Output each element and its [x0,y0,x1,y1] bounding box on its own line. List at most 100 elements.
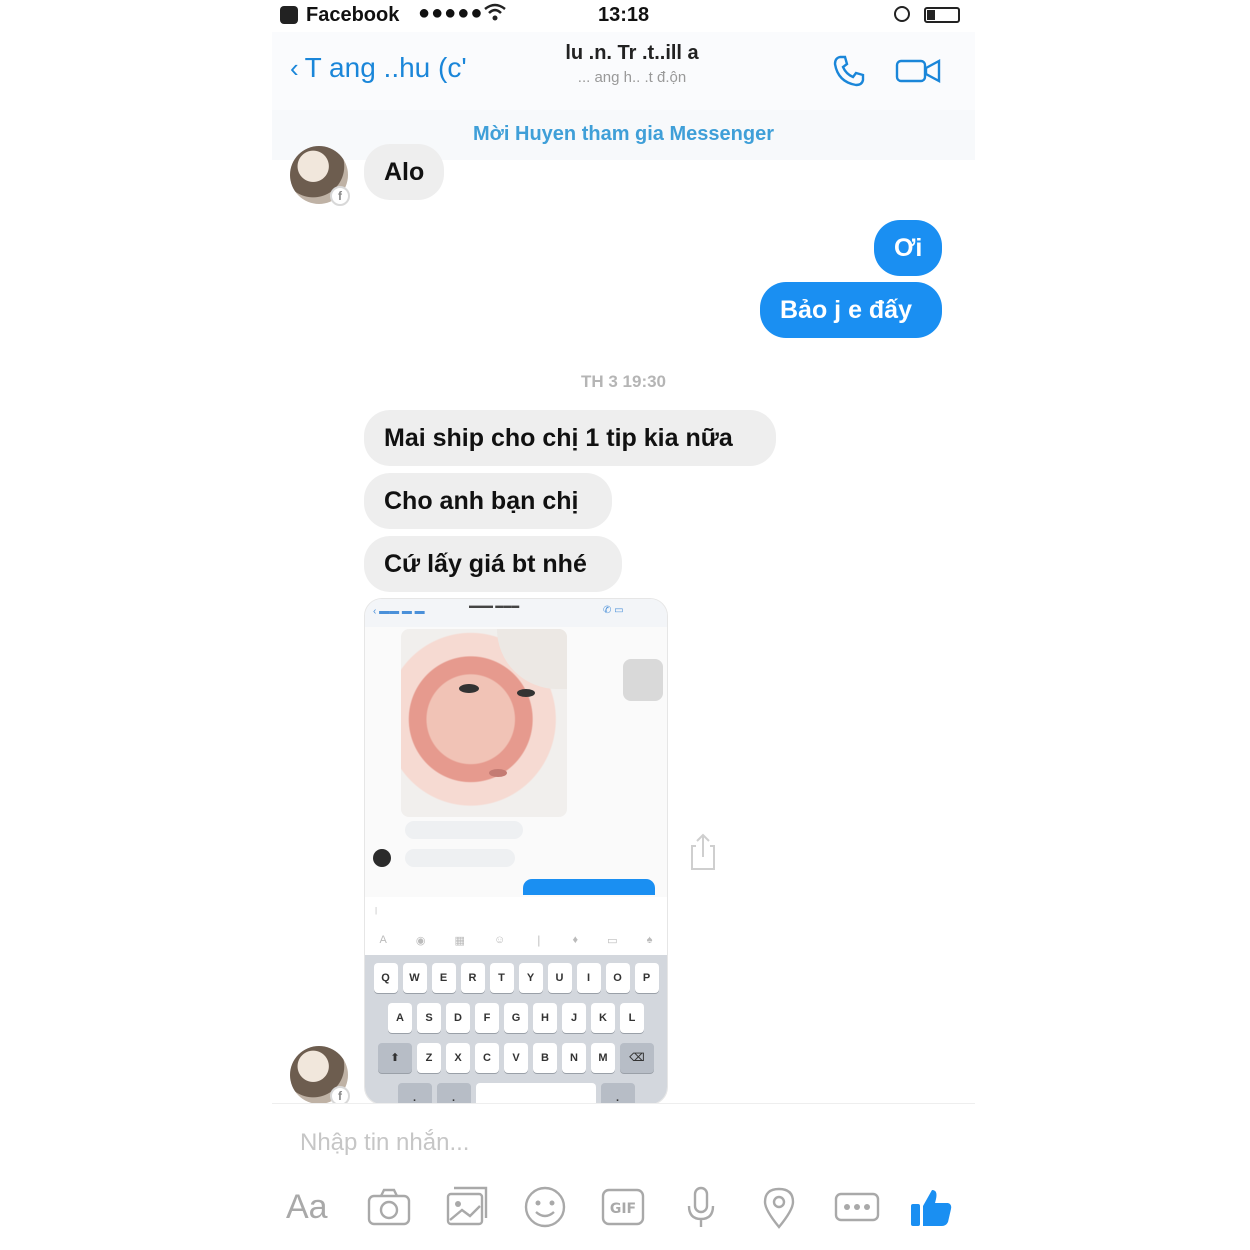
aa-text-button[interactable]: Aa [286,1184,332,1230]
key: E [431,963,456,993]
key: Z [417,1043,441,1073]
camera-icon[interactable] [366,1184,412,1230]
mini-pin-icon: ♦ [572,934,579,946]
photo-hat [497,629,567,689]
screenshot-caption [405,849,515,867]
composer-toolbar: Aa GIF [286,1184,966,1234]
battery-icon [924,7,960,23]
gif-icon[interactable]: GIF [600,1184,646,1230]
key: U [547,963,572,993]
facebook-badge-icon: f [330,186,350,206]
chevron-left-icon: ‹ [290,52,299,83]
key: I [576,963,601,993]
facebook-app-icon [280,6,298,24]
wifi-icon [484,3,506,26]
message-outgoing[interactable]: Bảo j e đấy [760,282,942,338]
screenshot-header: ‹ ▬▬ ▬ ▬ ▬▬▬ ▬▬▬ ✆ ▭ [365,599,667,627]
key: Q [373,963,398,993]
video-camera-icon[interactable] [894,56,944,86]
mini-gallery-icon: ▦ [454,934,465,947]
key: . [397,1083,432,1104]
message-incoming[interactable]: Mai ship cho chị 1 tip kia nữa [364,410,776,466]
thumbs-up-icon[interactable] [908,1184,954,1230]
location-pin-icon[interactable] [756,1184,802,1230]
mini-more-icon: ▭ [607,934,618,947]
mini-emoji-icon: ☺ [493,934,506,946]
timestamp: TH 3 19:30 [580,372,667,391]
key: T [489,963,514,993]
photo-eye [459,684,479,693]
shared-screenshot-image[interactable]: ‹ ▬▬ ▬ ▬ ▬▬▬ ▬▬▬ ✆ ▭ | A ◉ ▦ ☺ ❘ ♦ ▭ ♠ Q… [364,598,668,1105]
keyboard-row: ⬆ Z X C V B N M ⌫ [365,1043,667,1073]
more-icon[interactable] [834,1184,880,1230]
key: X [446,1043,470,1073]
mini-aa-icon: A [379,934,387,946]
avatar[interactable]: f [290,146,350,206]
screenshot-input: | [365,897,667,925]
key: B [533,1043,557,1073]
rotation-lock-icon [894,6,910,22]
key: K [591,1003,615,1033]
key: R [460,963,485,993]
key: F [475,1003,499,1033]
svg-text:GIF: GIF [610,1201,636,1217]
mini-mic-icon: ❘ [534,934,544,947]
message-incoming[interactable]: Alo [364,144,444,200]
message-incoming[interactable]: Cho anh bạn chị [364,473,612,529]
mini-like-icon: ♠ [646,934,653,946]
key: S [417,1003,441,1033]
screenshot-outgoing-bubble [523,879,655,895]
photo-mouth [489,769,507,777]
key: C [475,1043,499,1073]
contact-status: ... ang h.. .t đ.ộn [577,69,687,86]
screenshot-caption [405,821,523,839]
messenger-screen: Facebook ●●●●● 13:18 ‹ T ang ..hu (c' lu… [272,0,975,1250]
key: A [388,1003,412,1033]
signal-dots: ●●●●● [418,2,484,24]
key: L [620,1003,644,1033]
microphone-icon[interactable] [678,1184,724,1230]
back-label: T ang ..hu (c' [304,52,467,83]
key: . [600,1083,635,1104]
screenshot-back-icon: ‹ ▬▬ ▬ ▬ [373,606,425,617]
screenshot-placeholder [623,659,663,701]
phone-icon[interactable] [832,54,866,88]
status-bar: Facebook ●●●●● 13:18 [272,0,975,32]
key: P [634,963,659,993]
key: M [591,1043,615,1073]
back-button[interactable]: ‹ T ang ..hu (c' [290,52,467,84]
share-icon[interactable] [686,832,720,872]
message-input[interactable] [298,1122,922,1164]
message-outgoing[interactable]: Ơi [874,220,942,276]
key: J [562,1003,586,1033]
photo-gallery-icon[interactable] [444,1184,490,1230]
screenshot-toolbar: A ◉ ▦ ☺ ❘ ♦ ▭ ♠ [365,925,667,955]
message-composer: Aa GIF [272,1103,975,1250]
keyboard-row: ASDFGHJKL [365,1003,667,1033]
clock: 13:18 [598,4,650,26]
baby-photo [401,629,567,817]
space-key [475,1083,596,1104]
screenshot-avatar [373,849,391,867]
key: Y [518,963,543,993]
screenshot-keyboard: QWERTYUIOP ASDFGHJKL ⬆ Z X C V B N M ⌫ ... [365,955,667,1104]
message-incoming[interactable]: Cứ lấy giá bt nhé [364,536,622,592]
contact-name: lu .n. Tr .t..ill a [565,42,699,64]
key: D [446,1003,470,1033]
keyboard-row: QWERTYUIOP [365,963,667,993]
conversation-header: ‹ T ang ..hu (c' lu .n. Tr .t..ill a ...… [272,32,975,110]
key: . [436,1083,471,1104]
backspace-key-icon: ⌫ [620,1043,654,1073]
contact-info[interactable]: lu .n. Tr .t..ill a ... ang h.. .t đ.ộn [512,42,752,86]
emoji-icon[interactable] [522,1184,568,1230]
key: H [533,1003,557,1033]
key: V [504,1043,528,1073]
key: O [605,963,630,993]
carrier-label: Facebook [306,4,400,26]
key: G [504,1003,528,1033]
screenshot-title-icon: ▬▬▬ ▬▬▬ [469,601,520,610]
key: N [562,1043,586,1073]
key: W [402,963,427,993]
avatar[interactable]: f [290,1046,350,1106]
mini-camera-icon: ◉ [415,934,426,947]
